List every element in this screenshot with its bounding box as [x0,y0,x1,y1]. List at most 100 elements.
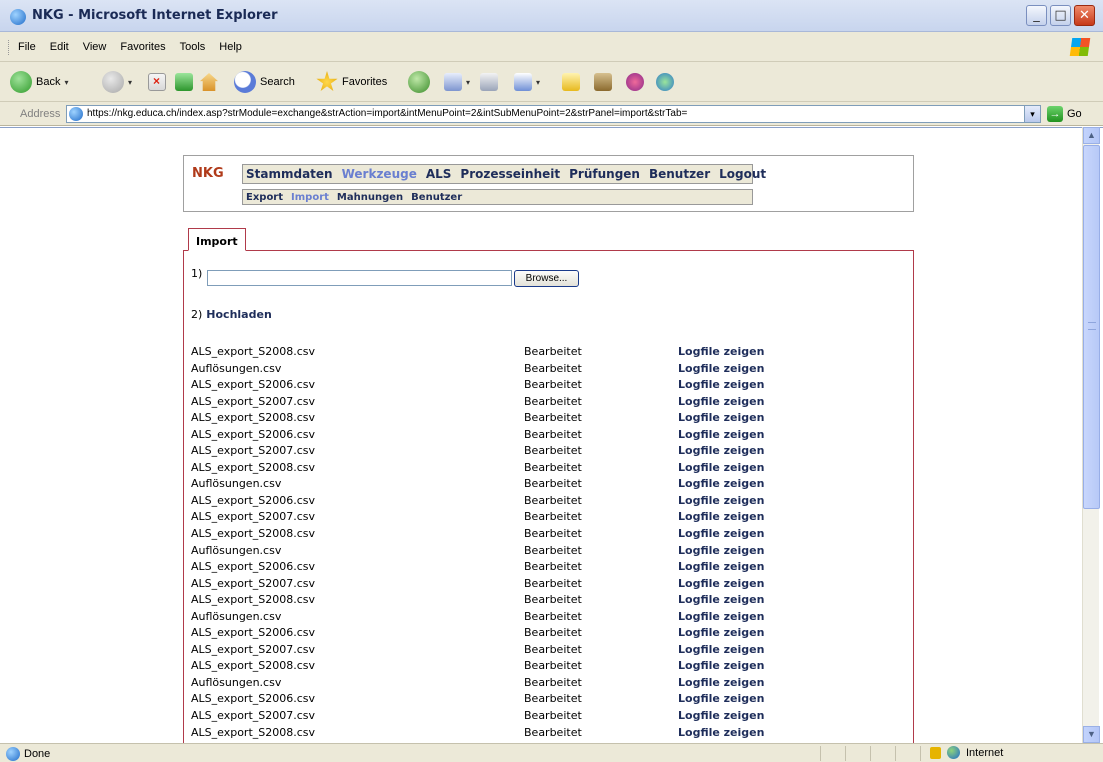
messenger-button[interactable] [626,70,644,94]
search-button[interactable]: Search [234,70,295,94]
nav-logout[interactable]: Logout [719,167,766,181]
logfile-link[interactable]: Logfile zeigen [678,477,764,490]
discuss-button[interactable] [562,70,580,94]
stop-button[interactable]: × [148,70,166,94]
logfile-link[interactable]: Logfile zeigen [678,362,764,375]
logfile-link[interactable]: Logfile zeigen [678,510,764,523]
upload-link[interactable]: Hochladen [206,308,271,321]
back-arrow-icon [10,71,32,93]
logfile-link[interactable]: Logfile zeigen [678,610,764,623]
logfile-link[interactable]: Logfile zeigen [678,626,764,639]
subnav-export[interactable]: Export [246,192,283,203]
page-icon [69,107,83,121]
nav-werkzeuge[interactable]: Werkzeuge [342,167,417,181]
vertical-scrollbar[interactable]: ▲ ▼ [1082,127,1100,743]
logfile-link[interactable]: Logfile zeigen [678,444,764,457]
file-name: ALS_export_S2008.csv [191,593,316,607]
logfile-link[interactable]: Logfile zeigen [678,709,764,722]
logfile-link[interactable]: Logfile zeigen [678,428,764,441]
go-button[interactable]: → Go [1047,106,1082,122]
home-button[interactable] [200,70,218,94]
go-label: Go [1067,108,1082,120]
thumb-grip [1088,322,1096,330]
forward-button[interactable]: ▾ [102,70,132,94]
nav-pruefungen[interactable]: Prüfungen [569,167,640,181]
logfile-link[interactable]: Logfile zeigen [678,461,764,474]
file-name: ALS_export_S2008.csv [191,460,316,474]
refresh-button[interactable] [175,70,193,94]
print-button[interactable] [480,70,498,94]
file-status: Bearbeitet [524,725,582,739]
step1-label: 1) [191,267,203,280]
file-row: ALS_export_S2008.csv Bearbeitet Logfile ze… [191,461,911,478]
back-dropdown-icon[interactable]: ▾ [64,78,68,87]
logfile-link[interactable]: Logfile zeigen [678,577,764,590]
nav-benutzer[interactable]: Benutzer [649,167,710,181]
logfile-link[interactable]: Logfile zeigen [678,676,764,689]
scrollbar-thumb[interactable] [1083,145,1100,509]
menu-bar: File Edit View Favorites Tools Help [0,32,1103,62]
menu-file[interactable]: File [18,41,36,53]
app-header: NKG Stammdaten Werkzeuge ALS Prozesseinh… [183,155,914,212]
logfile-link[interactable]: Logfile zeigen [678,544,764,557]
menu-help[interactable]: Help [219,41,242,53]
edit-button[interactable]: ▾ [514,70,540,94]
logfile-link[interactable]: Logfile zeigen [678,560,764,573]
logfile-link[interactable]: Logfile zeigen [678,395,764,408]
nav-prozesseinheit[interactable]: Prozesseinheit [460,167,560,181]
logfile-link[interactable]: Logfile zeigen [678,659,764,672]
edit-icon [514,73,532,91]
nav-stammdaten[interactable]: Stammdaten [246,167,333,181]
print-icon [480,73,498,91]
scroll-up-icon[interactable]: ▲ [1083,127,1100,144]
research-button[interactable] [594,70,612,94]
file-status: Bearbeitet [524,642,582,656]
forward-arrow-icon [102,71,124,93]
file-path-input[interactable] [207,270,512,286]
subnav-mahnungen[interactable]: Mahnungen [337,192,403,203]
menu-view[interactable]: View [83,41,107,53]
mail-dropdown-icon[interactable]: ▾ [466,78,470,87]
minimize-button[interactable]: _ [1026,5,1047,26]
logfile-link[interactable]: Logfile zeigen [678,643,764,656]
close-button[interactable]: ✕ [1074,5,1095,26]
back-label: Back [36,76,61,88]
logfile-link[interactable]: Logfile zeigen [678,692,764,705]
tab-import[interactable]: Import [188,228,246,251]
nav-als[interactable]: ALS [426,167,452,181]
file-name: ALS_export_S2008.csv [191,345,316,358]
mail-icon [444,73,462,91]
browse-button[interactable]: Browse... [514,270,579,287]
sub-nav: Export Import Mahnungen Benutzer [242,189,753,205]
favorites-button[interactable]: Favorites [316,70,387,94]
logfile-link[interactable]: Logfile zeigen [678,726,764,739]
forward-dropdown-icon[interactable]: ▾ [128,78,132,87]
menu-favorites[interactable]: Favorites [120,41,165,53]
history-button[interactable] [408,70,430,94]
scroll-down-icon[interactable]: ▼ [1083,726,1100,743]
file-row: ALS_export_S2008.csv Bearbeitet Logfile ze… [191,345,911,362]
file-name: ALS_export_S2006.csv [191,692,316,706]
logfile-link[interactable]: Logfile zeigen [678,527,764,540]
edit-dropdown-icon[interactable]: ▾ [536,78,540,87]
menu-tools[interactable]: Tools [180,41,206,53]
address-input[interactable]: https://nkg.educa.ch/index.asp?strModule… [66,105,1041,123]
address-url[interactable]: https://nkg.educa.ch/index.asp?strModule… [87,108,687,119]
logfile-link[interactable]: Logfile zeigen [678,378,764,391]
contacts-button[interactable] [656,70,674,94]
logfile-link[interactable]: Logfile zeigen [678,345,764,358]
logfile-link[interactable]: Logfile zeigen [678,494,764,507]
logfile-link[interactable]: Logfile zeigen [678,593,764,606]
file-row: Auflösungen.csv Bearbeitet Logfile zeigen [191,544,911,561]
maximize-button[interactable]: □ [1050,5,1071,26]
subnav-import[interactable]: Import [291,192,329,203]
logfile-link[interactable]: Logfile zeigen [678,411,764,424]
file-row: ALS_export_S2006.csv Bearbeitet Logfile ze… [191,626,911,643]
mail-button[interactable]: ▾ [444,70,470,94]
maximize-icon: □ [1054,8,1067,23]
back-button[interactable]: Back ▾ [10,70,68,94]
file-status: Bearbeitet [524,659,582,673]
subnav-benutzer[interactable]: Benutzer [411,192,462,203]
address-dropdown-icon[interactable]: ▾ [1024,106,1040,122]
menu-edit[interactable]: Edit [50,41,69,53]
